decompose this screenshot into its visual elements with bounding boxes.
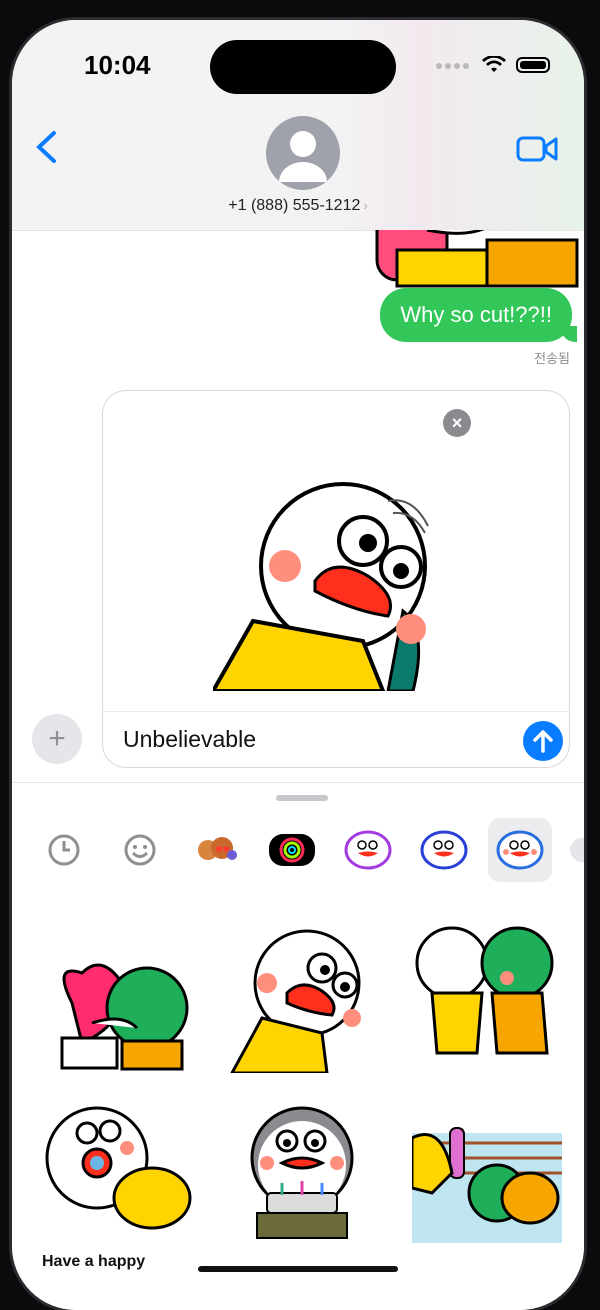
contact-avatar[interactable] — [266, 116, 340, 190]
signal-icon — [436, 56, 472, 74]
recents-icon[interactable] — [32, 818, 96, 882]
dynamic-island — [210, 40, 396, 94]
sticker-push-back[interactable] — [412, 923, 562, 1073]
back-chevron-icon[interactable] — [34, 130, 58, 164]
drawer-grabber[interactable] — [276, 795, 328, 801]
sticker-caption: Have a happy — [42, 1253, 146, 1270]
sticker-pack-1[interactable] — [336, 818, 400, 882]
status-time: 10:04 — [84, 50, 151, 80]
arrow-up-icon — [533, 730, 553, 753]
contact-name[interactable]: +1 (888) 555-1212 › — [12, 197, 584, 215]
sticker-pack-2[interactable] — [412, 818, 476, 882]
sticker-lean-tilt[interactable] — [227, 923, 377, 1075]
sent-message-bubble[interactable]: Why so cut!??!! — [380, 288, 577, 342]
emoji-icon[interactable] — [108, 818, 172, 882]
sticker-drawer: Have a happy — [12, 782, 584, 1310]
conversation-header: 10:04 +1 (888) 555-1212 › — [12, 20, 584, 231]
sent-sticker[interactable] — [357, 230, 579, 288]
person-icon — [279, 131, 327, 182]
memoji-icon[interactable] — [184, 818, 248, 882]
send-button[interactable] — [523, 721, 563, 761]
contact-number: +1 (888) 555-1212 — [228, 197, 361, 214]
attached-sticker — [213, 482, 429, 691]
sticker-pack-3[interactable] — [488, 818, 552, 882]
sticker-wrestle-ring[interactable] — [410, 1103, 562, 1253]
phone-screen: 10:04 +1 (888) 555-1212 › Why so cut!??!!… — [12, 20, 584, 1310]
sticker-pray-up[interactable] — [42, 1103, 192, 1253]
wifi-icon — [482, 56, 506, 72]
delivery-status: 전송됨 — [534, 351, 570, 366]
compose-divider — [103, 711, 569, 712]
home-indicator — [198, 1266, 398, 1272]
chevron-right-icon: › — [363, 198, 368, 213]
message-input[interactable] — [121, 725, 485, 754]
sticker-pack-more[interactable] — [564, 818, 584, 882]
compose-field[interactable]: × — [102, 390, 570, 768]
apps-plus-button[interactable]: + — [32, 714, 82, 764]
status-icons — [436, 56, 550, 74]
sticker-hug-heart[interactable] — [42, 943, 192, 1093]
video-call-icon[interactable] — [516, 134, 558, 164]
sticker-cake-birthday[interactable] — [227, 1103, 377, 1253]
battery-icon — [516, 57, 550, 73]
remove-attachment-button[interactable]: × — [443, 409, 471, 437]
sticker-tabs — [32, 818, 584, 882]
activity-icon[interactable] — [260, 818, 324, 882]
